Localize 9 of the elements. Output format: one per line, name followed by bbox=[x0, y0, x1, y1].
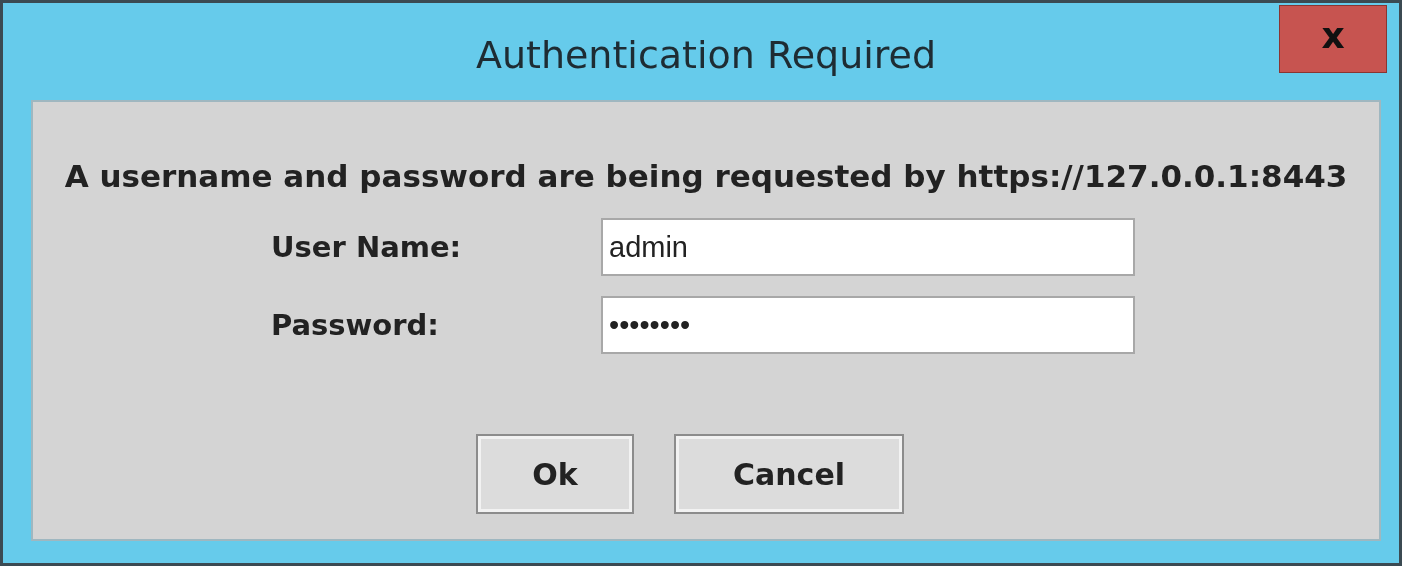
field-label: Password: bbox=[271, 308, 440, 342]
input-field[interactable]: •••••••• bbox=[601, 296, 1135, 354]
window-title: Authentication Required bbox=[475, 33, 937, 77]
field-label: User Name: bbox=[271, 230, 463, 264]
message: A username and password are being requested by https://127.0.0.1:8443 bbox=[64, 158, 1348, 194]
ok-button[interactable]: Ok bbox=[476, 434, 634, 514]
close-button[interactable]: x bbox=[1279, 5, 1387, 73]
cancel-button[interactable]: Cancel bbox=[674, 434, 904, 514]
input-field[interactable]: admin bbox=[601, 218, 1135, 276]
